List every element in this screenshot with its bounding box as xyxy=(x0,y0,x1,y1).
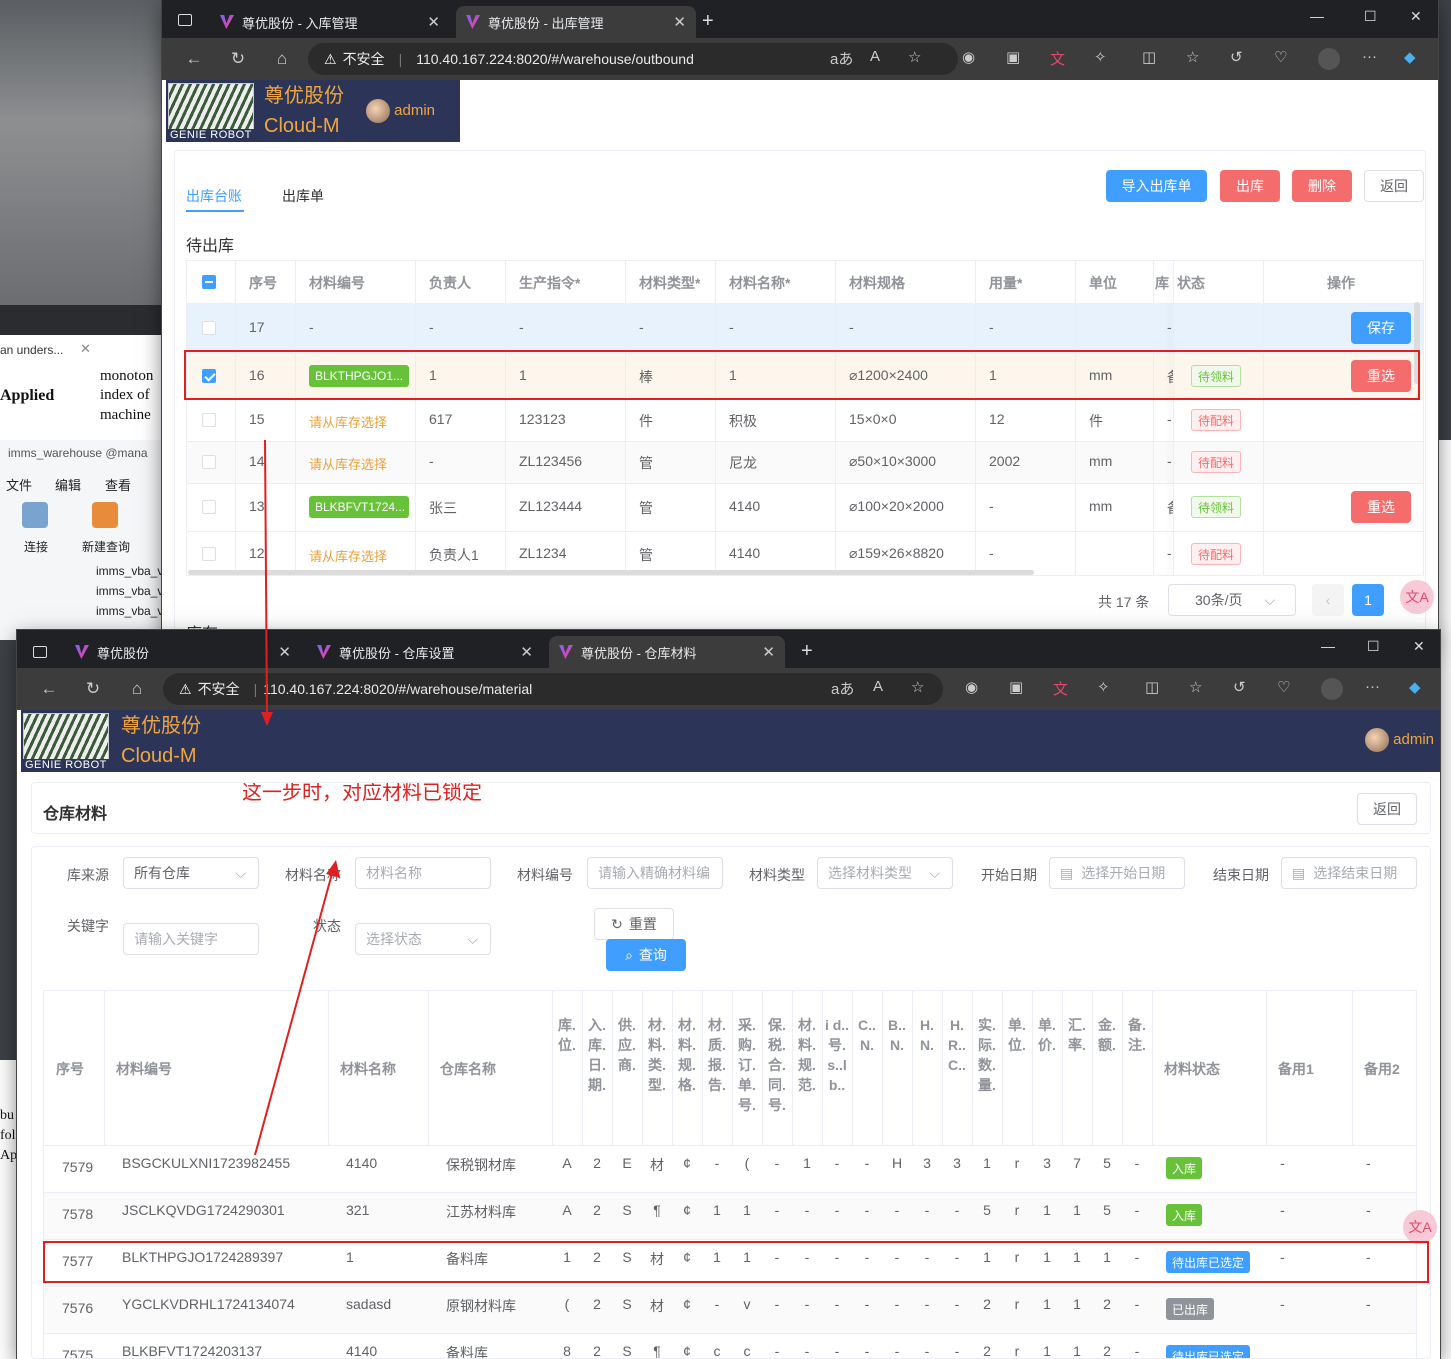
arrow-down-head xyxy=(261,712,273,726)
arrow-down-line xyxy=(264,439,268,719)
annotation-arrows xyxy=(254,439,340,1156)
arrow-up-head xyxy=(326,860,340,878)
arrow-up-line xyxy=(254,869,334,1156)
